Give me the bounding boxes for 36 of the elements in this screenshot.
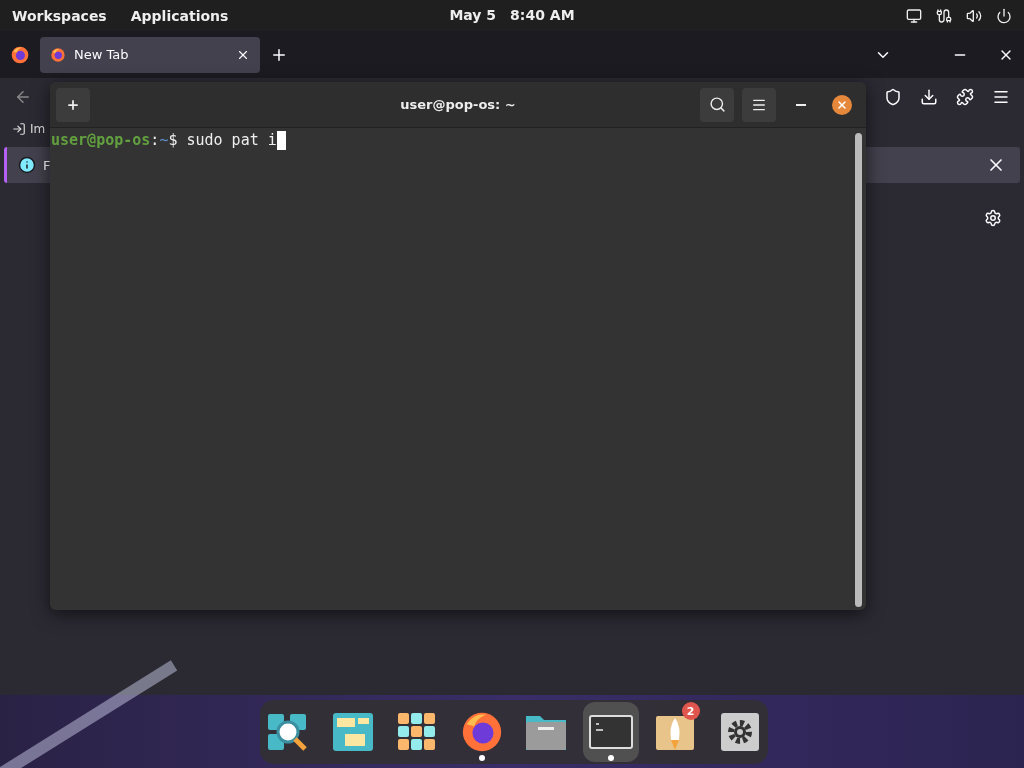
close-icon xyxy=(836,98,848,111)
dock-item[interactable]: 2 xyxy=(647,702,704,762)
puzzle-icon[interactable] xyxy=(956,87,974,106)
dock-item[interactable] xyxy=(582,702,639,762)
info-icon xyxy=(18,156,36,174)
volume-icon[interactable] xyxy=(966,7,982,24)
window-title: user@pop-os: ~ xyxy=(400,97,516,112)
firefox-logo-icon xyxy=(50,46,66,63)
close-button[interactable] xyxy=(832,94,852,115)
network-icon[interactable] xyxy=(936,7,952,24)
clock[interactable]: May 5 8:40 AM xyxy=(449,7,575,23)
terminal-line: user@pop-os:~$ sudo pat i xyxy=(51,131,277,150)
browser-tab[interactable]: New Tab xyxy=(40,36,260,73)
firefox-logo-icon xyxy=(10,44,30,65)
notification-text: F xyxy=(43,157,52,173)
power-icon[interactable] xyxy=(996,7,1012,24)
notification-badge: 2 xyxy=(681,702,700,720)
running-indicator xyxy=(607,755,614,761)
scrollbar[interactable] xyxy=(855,133,862,607)
plus-icon xyxy=(66,97,80,112)
minimize-icon xyxy=(796,103,806,106)
menu-button[interactable] xyxy=(742,87,776,122)
download-icon[interactable] xyxy=(920,87,938,106)
top-bar-menu[interactable]: Workspaces xyxy=(12,7,107,24)
bookmark-label[interactable]: Im xyxy=(30,122,46,136)
new-tab-button[interactable] xyxy=(56,87,90,122)
running-indicator xyxy=(478,755,485,761)
search-icon xyxy=(708,96,726,113)
text-cursor xyxy=(276,131,286,150)
window-grid-icon xyxy=(330,710,375,754)
import-icon[interactable] xyxy=(12,122,26,136)
search-button[interactable] xyxy=(700,87,734,122)
tab-label: New Tab xyxy=(74,47,130,62)
settings-icon[interactable] xyxy=(984,209,1002,227)
display-icon[interactable] xyxy=(906,7,922,24)
top-bar-menu[interactable]: Applications xyxy=(130,7,229,24)
